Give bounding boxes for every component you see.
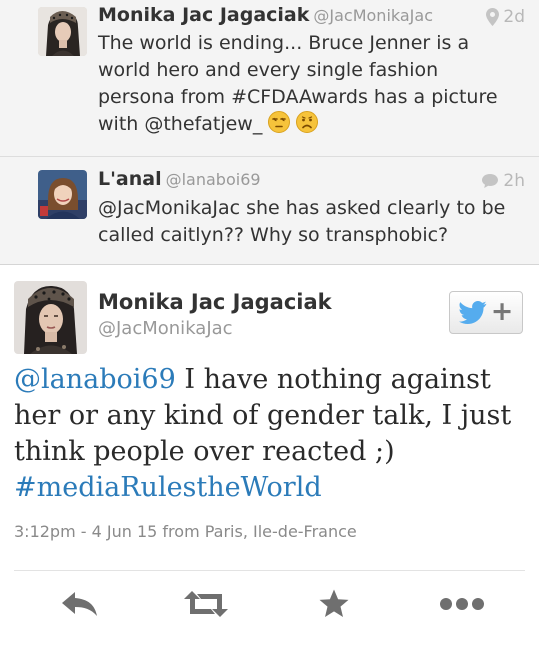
user-handle[interactable]: @JacMonikaJac [313, 6, 433, 25]
tweet-age: 2h [503, 171, 525, 191]
frowning-face-icon [296, 111, 319, 141]
user-name[interactable]: Monika Jac Jagaciak [98, 290, 332, 314]
twitter-bird-icon [458, 301, 487, 324]
avatar[interactable] [14, 281, 87, 354]
favorite-icon [319, 589, 349, 617]
tweet-text: @JacMonikaJac she has asked clearly to b… [98, 197, 506, 246]
context-tweet[interactable]: L'anal @lanaboi69 2h @JacMonikaJac she ha… [0, 157, 539, 264]
retweet-icon [184, 591, 228, 617]
reply-button[interactable] [58, 586, 102, 622]
follow-button[interactable]: + [449, 291, 523, 334]
user-handle[interactable]: @JacMonikaJac [98, 318, 233, 339]
mention-link[interactable]: @lanaboi69 [14, 364, 176, 395]
more-button[interactable] [436, 586, 488, 622]
tweet-time: 2h [481, 171, 525, 191]
avatar[interactable] [38, 7, 87, 56]
tweet-text: The world is ending... Bruce Jenner is a… [98, 30, 519, 141]
hashtag-link[interactable]: #mediaRulestheWorld [14, 472, 322, 503]
context-tweet[interactable]: Monika Jac Jagaciak @JacMonikaJac 2d The … [0, 0, 539, 156]
follow-plus: + [490, 296, 514, 327]
tweet-header: Monika Jac Jagaciak @JacMonikaJac 2d [98, 4, 525, 30]
tweet-header: L'anal @lanaboi69 2h [98, 168, 525, 194]
tweet-meta: 3:12pm - 4 Jun 15 from Paris, Ile-de-Fra… [14, 522, 357, 541]
divider [14, 570, 525, 571]
avatar[interactable] [38, 170, 87, 219]
divider [0, 264, 539, 265]
user-name[interactable]: L'anal [98, 168, 162, 190]
reply-icon [62, 592, 97, 616]
tweet-age: 2d [503, 7, 525, 27]
favorite-button[interactable] [316, 586, 352, 622]
unamused-face-icon [268, 111, 291, 141]
location-pin-icon [486, 8, 500, 26]
tweet-time: 2d [486, 7, 525, 27]
more-icon [440, 598, 484, 610]
retweet-button[interactable] [183, 586, 229, 622]
speech-bubble-icon [482, 174, 499, 188]
user-handle[interactable]: @lanaboi69 [166, 170, 261, 189]
tweet-text: @lanaboi69 I have nothing against her or… [14, 362, 529, 506]
user-name[interactable]: Monika Jac Jagaciak [98, 4, 309, 26]
